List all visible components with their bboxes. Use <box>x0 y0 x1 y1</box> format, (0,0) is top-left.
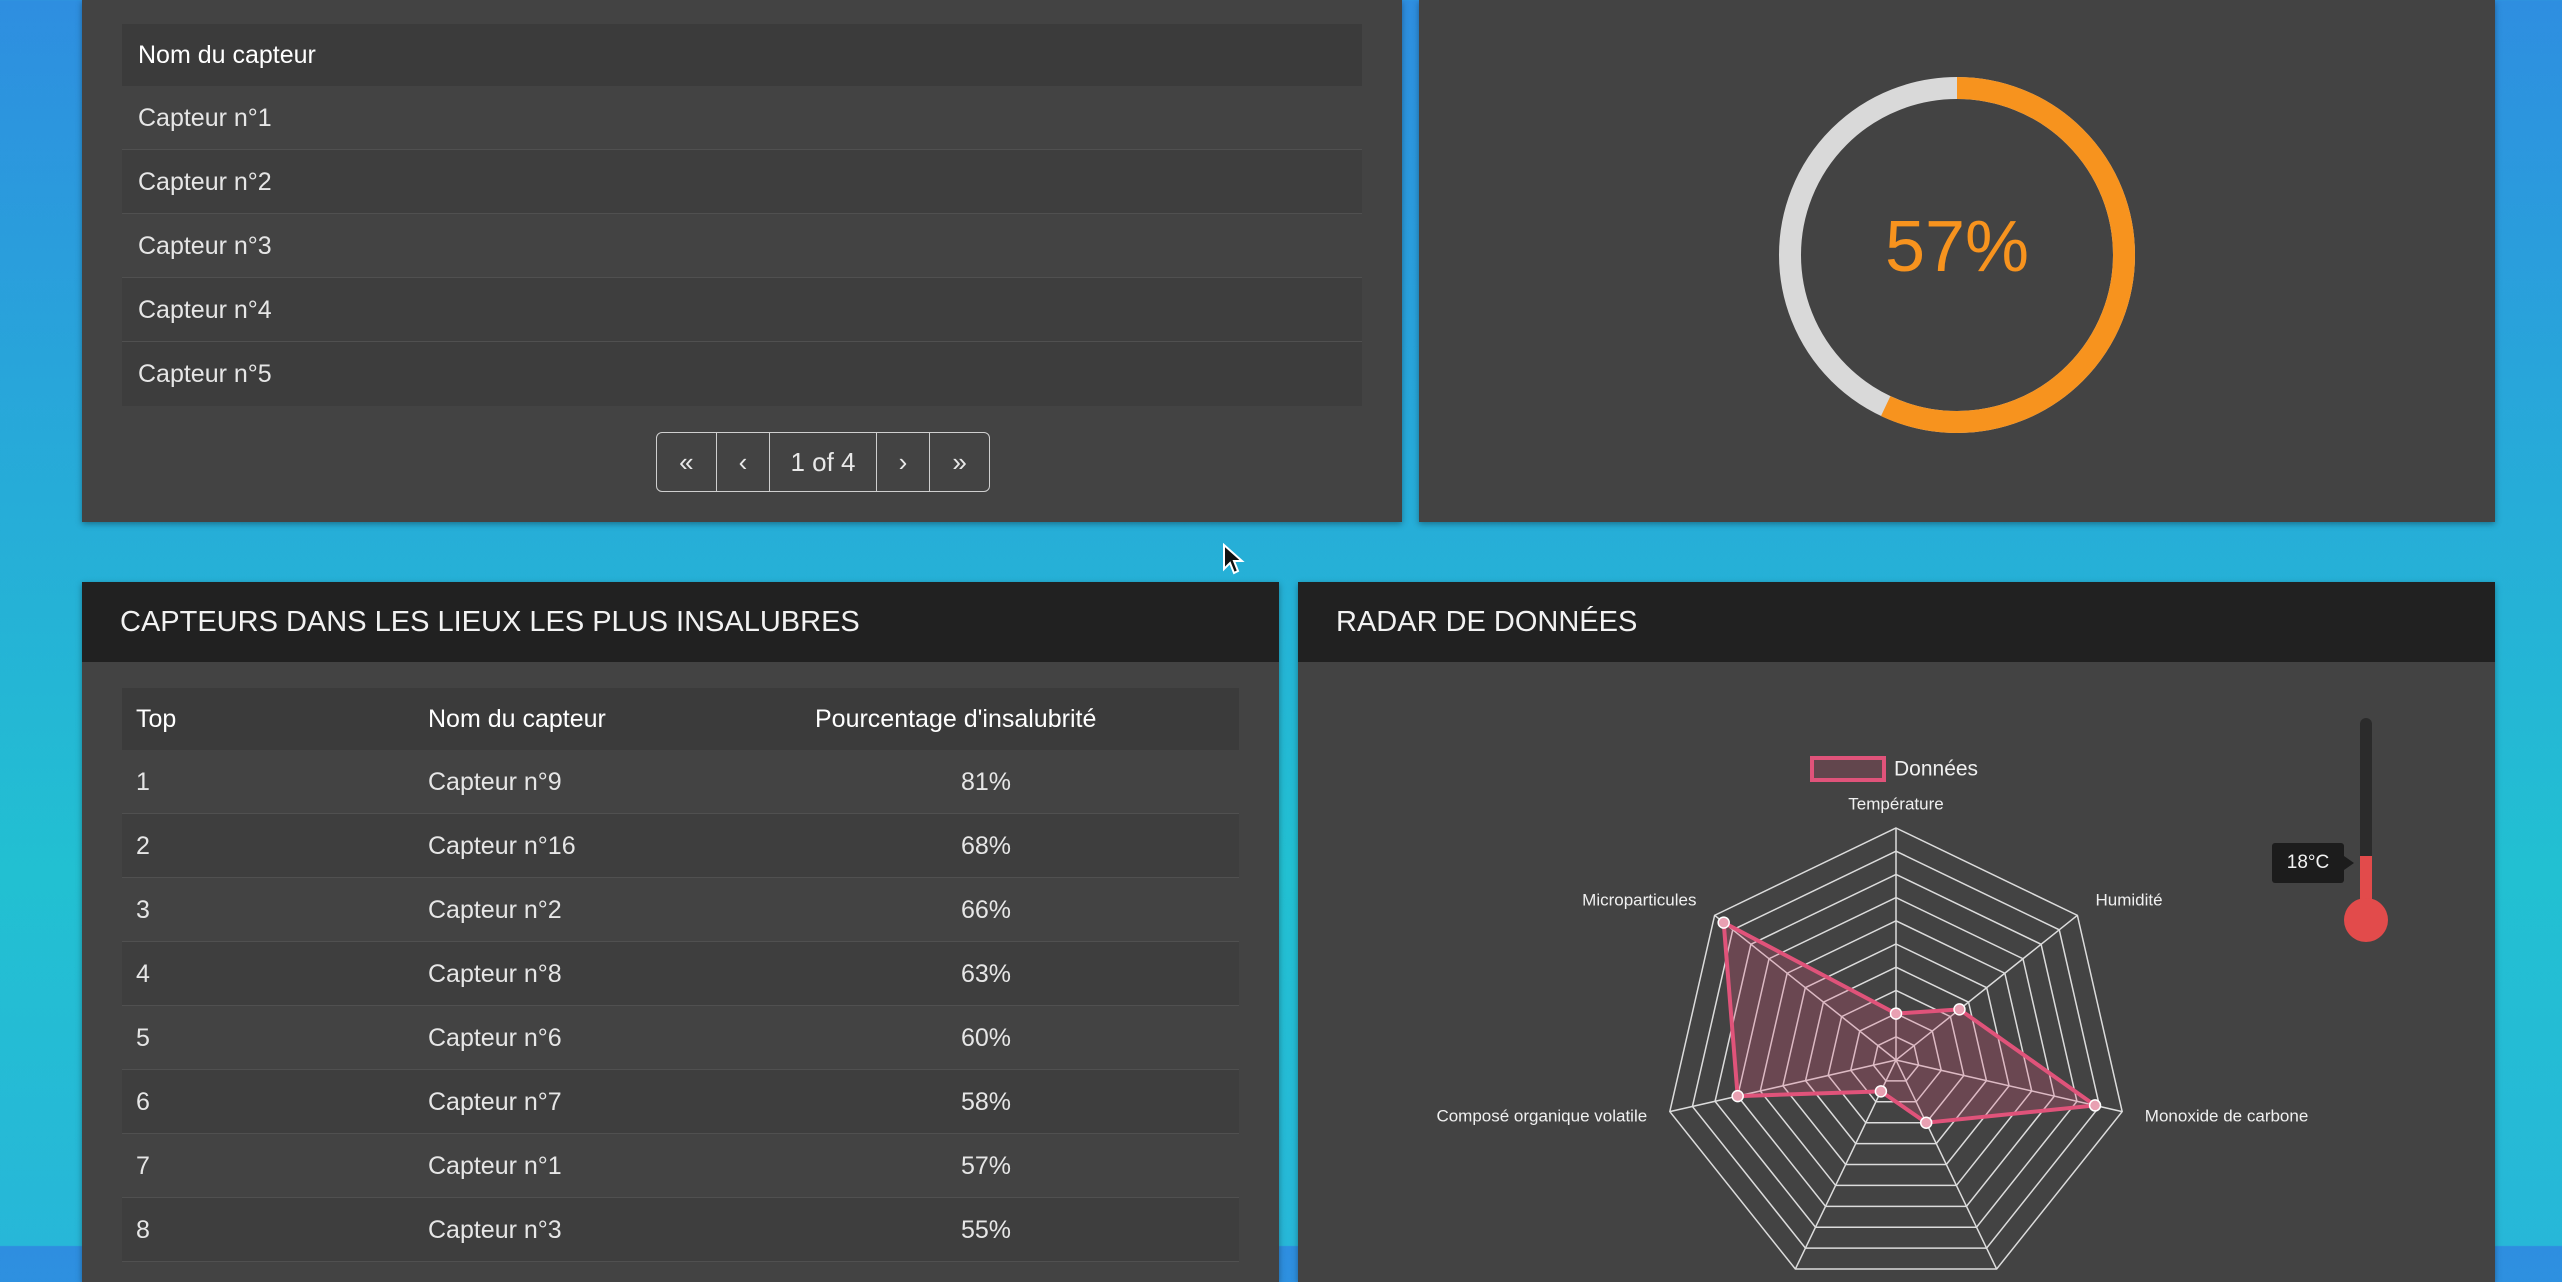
percentage-cell: 81% <box>961 768 1012 796</box>
table-row[interactable]: 6 Capteur n°7 58% <box>122 1070 1239 1134</box>
radar-data-point <box>1874 1085 1888 1098</box>
pagination: « ‹ 1 of 4 › » <box>656 432 990 492</box>
prev-page-button[interactable]: ‹ <box>717 433 771 491</box>
page-indicator: 1 of 4 <box>770 433 877 491</box>
panel-title: CAPTEURS DANS LES LIEUX LES PLUS INSALUB… <box>82 582 1279 662</box>
table-row[interactable]: 2 Capteur n°16 68% <box>122 814 1239 878</box>
column-header-name: Nom du capteur <box>138 41 316 69</box>
radar-panel: RADAR DE DONNÉES Température Humidité Mono… <box>1298 582 2495 1282</box>
rank-cell: 5 <box>136 1024 150 1052</box>
table-row[interactable]: Capteur n°1 <box>122 86 1362 150</box>
table-row[interactable]: 8 Capteur n°3 55% <box>122 1198 1239 1262</box>
percentage-cell: 57% <box>961 1152 1012 1180</box>
rank-cell: 6 <box>136 1088 150 1116</box>
sensor-list-header-row: Nom du capteur <box>122 24 1362 86</box>
table-row[interactable]: Capteur n°5 <box>122 342 1362 406</box>
insalubrious-header-row: Top Nom du capteur Pourcentage d'insalub… <box>122 688 1239 750</box>
rank-cell: 2 <box>136 832 150 860</box>
gauge-panel: 57% <box>1419 0 2495 522</box>
next-page-button[interactable]: › <box>877 433 931 491</box>
radar-chart: Température Humidité Monoxide de carbone Co… <box>1436 756 2309 1270</box>
radar-data-point <box>1717 916 1730 929</box>
rank-cell: 1 <box>136 768 150 796</box>
radar-data-point <box>1731 1089 1744 1103</box>
sensor-name-cell: Capteur n°9 <box>428 768 562 796</box>
radar-data-point <box>1919 1116 1933 1129</box>
sensor-name-cell: Capteur n°3 <box>428 1216 562 1244</box>
column-header-name: Nom du capteur <box>428 705 606 733</box>
radar-axis-label: Humidité <box>2096 890 2163 909</box>
radar-data-point <box>1889 1007 1903 1020</box>
legend-swatch <box>1810 756 1886 782</box>
radar-axis-label: Composé organique volatile <box>1436 1106 1647 1125</box>
sensor-name: Capteur n°2 <box>138 168 272 196</box>
thermometer-bulb <box>2344 898 2388 942</box>
sensor-name: Capteur n°3 <box>138 232 272 260</box>
rank-cell: 8 <box>136 1216 150 1244</box>
percentage-cell: 60% <box>961 1024 1012 1052</box>
sensor-name-cell: Capteur n°2 <box>428 896 562 924</box>
percentage-cell: 58% <box>961 1088 1012 1116</box>
sensor-name: Capteur n°1 <box>138 104 272 132</box>
sensor-list-panel: Nom du capteur Capteur n°1 Capteur n°2 C… <box>82 0 1402 522</box>
radar-axis-label: Microparticules <box>1582 890 1696 909</box>
gauge-value: 57% <box>1885 207 2029 287</box>
percentage-cell: 55% <box>961 1216 1012 1244</box>
table-row[interactable]: 7 Capteur n°1 57% <box>122 1134 1239 1198</box>
percentage-cell: 68% <box>961 832 1012 860</box>
table-row[interactable]: 1 Capteur n°9 81% <box>122 750 1239 814</box>
column-header-percentage: Pourcentage d'insalubrité <box>815 705 1097 733</box>
sensor-name: Capteur n°4 <box>138 296 272 324</box>
radar-series-area <box>1721 919 2101 1125</box>
sensor-name-cell: Capteur n°16 <box>428 832 576 860</box>
table-row[interactable]: Capteur n°3 <box>122 214 1362 278</box>
rank-cell: 3 <box>136 896 150 924</box>
legend-label: Données <box>1894 758 1978 781</box>
sensor-name-cell: Capteur n°1 <box>428 1152 562 1180</box>
table-row[interactable]: 3 Capteur n°2 66% <box>122 878 1239 942</box>
last-page-button[interactable]: » <box>930 433 989 491</box>
percentage-cell: 66% <box>961 896 1012 924</box>
percentage-gauge: 57% <box>1779 77 2135 433</box>
rank-cell: 4 <box>136 960 150 988</box>
table-row[interactable]: Capteur n°2 <box>122 150 1362 214</box>
table-row[interactable]: 5 Capteur n°6 60% <box>122 1006 1239 1070</box>
sensor-name-cell: Capteur n°6 <box>428 1024 562 1052</box>
radar-data-point <box>2088 1099 2102 1112</box>
radar-axis-label: Température <box>1848 794 1943 813</box>
first-page-button[interactable]: « <box>657 433 717 491</box>
rank-cell: 7 <box>136 1152 150 1180</box>
mouse-cursor-icon <box>1223 543 1245 575</box>
table-row[interactable]: 4 Capteur n°8 63% <box>122 942 1239 1006</box>
temperature-tooltip: 18°C <box>2272 843 2354 883</box>
insalubrious-panel: CAPTEURS DANS LES LIEUX LES PLUS INSALUB… <box>82 582 1279 1282</box>
table-row[interactable]: Capteur n°4 <box>122 278 1362 342</box>
sensor-name-cell: Capteur n°7 <box>428 1088 562 1116</box>
radar-data-point <box>1953 1003 1966 1016</box>
column-header-top: Top <box>136 705 177 733</box>
percentage-cell: 63% <box>961 960 1012 988</box>
sensor-name: Capteur n°5 <box>138 360 272 388</box>
sensor-name-cell: Capteur n°8 <box>428 960 562 988</box>
radar-axis-label: Monoxide de carbone <box>2145 1106 2309 1125</box>
